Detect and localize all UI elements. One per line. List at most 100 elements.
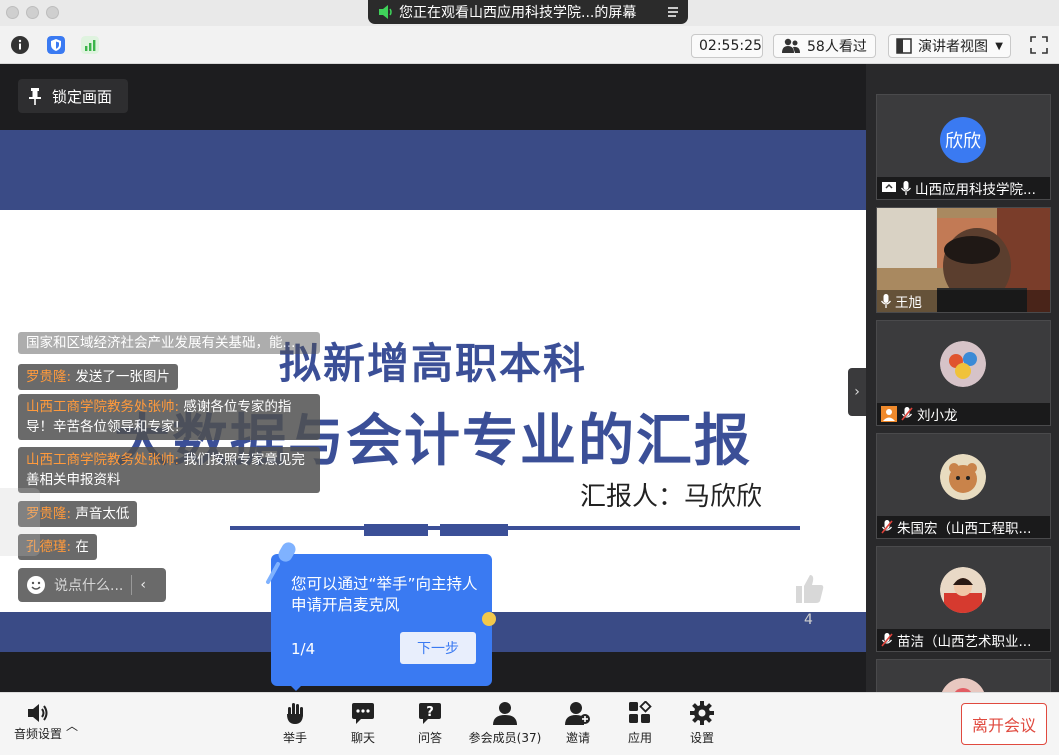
slide-top-band xyxy=(0,130,866,210)
banner-text: 您正在观看山西应用科技学院...的屏幕 xyxy=(399,5,637,21)
lock-view-button[interactable]: 锁定画面 xyxy=(18,79,128,113)
chat-text: 国家和区域经济社会产业发展有关基础，能... xyxy=(26,335,296,351)
gear-icon xyxy=(690,701,714,725)
layout-icon xyxy=(896,38,912,54)
participants-icon xyxy=(493,702,517,725)
screen-share-icon xyxy=(882,182,896,192)
settings-label: 设置 xyxy=(689,731,714,745)
slide-accent-block xyxy=(440,524,508,536)
left-drawer-handle[interactable] xyxy=(0,488,40,556)
chat-input[interactable]: 说点什么... ‹ xyxy=(18,568,166,602)
participant-tile[interactable]: 朱国宏（山西工程职... xyxy=(876,433,1051,539)
window-close-button[interactable] xyxy=(6,6,19,19)
chat-placeholder: 说点什么... xyxy=(54,578,124,594)
settings-button[interactable]: 设置 xyxy=(662,701,742,746)
avatar xyxy=(940,341,986,387)
microphone-icon xyxy=(901,181,911,195)
chat-sender: 罗贵隆: xyxy=(26,369,72,385)
network-signal-icon[interactable] xyxy=(81,36,99,54)
chevron-right-icon: › xyxy=(854,384,860,400)
speaker-icon xyxy=(379,5,392,19)
participant-tile[interactable] xyxy=(876,659,1051,692)
title-bar: 您正在观看山西应用科技学院...的屏幕 xyxy=(0,0,1059,26)
slide-divider xyxy=(230,526,800,530)
apps-label: 应用 xyxy=(627,731,652,745)
collapse-panel-button[interactable]: › xyxy=(848,368,866,416)
chevron-up-icon[interactable]: ︿ xyxy=(66,717,78,734)
microphone-muted-icon xyxy=(881,633,893,647)
chat-icon xyxy=(352,703,374,724)
participant-tile[interactable]: 刘小龙 xyxy=(876,320,1051,426)
chat-text: 在 xyxy=(71,539,89,555)
microphone-icon xyxy=(881,294,891,308)
avatar: 欣欣 xyxy=(940,117,986,163)
fullscreen-icon[interactable] xyxy=(1029,35,1049,55)
shared-screen-stage: 拟新增高职本科 大数据与会计专业的汇报 汇报人：马欣欣 锁定画面 国家和区域经济… xyxy=(0,64,866,692)
participant-name: 苗洁（山西艺术职业... xyxy=(897,634,1032,650)
tooltip-step: 1/4 xyxy=(291,640,316,658)
participant-name-bar: 刘小龙 xyxy=(877,403,1050,425)
viewers-text: 58人看过 xyxy=(807,39,867,55)
audio-settings-label: 音频设置 xyxy=(13,727,62,741)
thumbs-up-icon[interactable] xyxy=(792,572,826,606)
chat-message: 罗贵隆: 发送了一张图片 xyxy=(18,364,178,390)
chevron-down-icon: ▼ xyxy=(995,40,1003,52)
view-mode-select[interactable]: 演讲者视图 ▼ xyxy=(888,34,1011,58)
participant-tile[interactable]: 王旭 xyxy=(876,207,1051,313)
participants-button[interactable]: 参会成员(37) xyxy=(465,701,545,746)
tooltip-text: 您可以通过“举手”向主持人申请开启麦克风 xyxy=(291,575,478,614)
participant-name-bar: 苗洁（山西艺术职业... xyxy=(877,629,1050,651)
participant-name: 刘小龙 xyxy=(917,408,958,424)
participant-name: 山西应用科技学院... xyxy=(915,182,1036,198)
tooltip-pointer-dot xyxy=(482,612,496,626)
avatar xyxy=(941,678,985,692)
user-avatar-icon xyxy=(881,406,897,422)
window-minimize-button[interactable] xyxy=(26,6,39,19)
chat-message: 山西工商学院教务处张帅: 感谢各位专家的指导！辛苦各位领导和专家! xyxy=(18,394,320,440)
onboarding-tooltip: 您可以通过“举手”向主持人申请开启麦克风 1/4 下一步 xyxy=(271,554,492,686)
participant-name-bar: 朱国宏（山西工程职... xyxy=(877,516,1050,538)
participant-panel: 欣欣 山西应用科技学院... 王旭 刘小龙 朱国宏（山西工程职... 苗洁（山西… xyxy=(866,64,1059,692)
menu-icon[interactable] xyxy=(666,5,680,19)
divider xyxy=(131,575,133,595)
hand-icon xyxy=(287,703,303,724)
chevron-left-icon[interactable]: ‹ xyxy=(140,577,150,593)
lock-view-label: 锁定画面 xyxy=(52,87,113,106)
participant-tile[interactable]: 欣欣 山西应用科技学院... xyxy=(876,94,1051,200)
qa-label: 问答 xyxy=(417,731,442,745)
chat-text: 声音太低 xyxy=(71,506,130,522)
participants-label: 参会成员(37) xyxy=(468,731,542,745)
leave-meeting-button[interactable]: 离开会议 xyxy=(961,703,1047,745)
next-step-button[interactable]: 下一步 xyxy=(400,632,476,664)
participant-name-bar: 王旭 xyxy=(877,290,1050,312)
security-shield-icon[interactable] xyxy=(47,36,65,54)
pin-icon xyxy=(29,88,41,105)
emoji-icon[interactable] xyxy=(26,575,46,595)
qa-button[interactable]: ? 问答 xyxy=(390,701,470,746)
view-mode-text: 演讲者视图 xyxy=(918,39,988,55)
participant-tile[interactable]: 苗洁（山西艺术职业... xyxy=(876,546,1051,652)
speaker-settings-icon xyxy=(28,704,48,722)
chat-message: 国家和区域经济社会产业发展有关基础，能... xyxy=(18,332,320,354)
meeting-controls-bar: 音频设置 ︿ 举手 聊天 ? 问答 参会成员(37) 邀请 应用 设置 离开会议 xyxy=(0,692,1059,755)
participant-name-bar: 山西应用科技学院... xyxy=(877,177,1050,199)
meeting-toolbar: 02:55:25 58人看过 演讲者视图 ▼ xyxy=(0,26,1059,64)
tooltip-arrow xyxy=(289,684,303,691)
microphone-muted-icon xyxy=(881,520,893,534)
chat-sender: 山西工商学院教务处张帅: xyxy=(26,452,180,468)
slide-reporter: 汇报人：马欣欣 xyxy=(580,482,763,512)
apps-icon xyxy=(629,701,652,723)
question-icon: ? xyxy=(419,703,441,724)
microphone-illustration-icon xyxy=(266,542,296,584)
avatar xyxy=(940,567,986,613)
viewers-button[interactable]: 58人看过 xyxy=(773,34,876,58)
chat-message: 山西工商学院教务处张帅: 我们按照专家意见完善相关申报资料 xyxy=(18,447,320,493)
audio-settings-button[interactable]: 音频设置 xyxy=(12,703,64,742)
meeting-timer: 02:55:25 xyxy=(691,34,763,58)
info-icon[interactable] xyxy=(11,36,29,54)
window-zoom-button[interactable] xyxy=(46,6,59,19)
like-count: 4 xyxy=(804,612,813,628)
screen-share-banner: 您正在观看山西应用科技学院...的屏幕 xyxy=(368,0,688,24)
participant-name: 朱国宏（山西工程职... xyxy=(897,521,1032,537)
avatar xyxy=(940,454,986,500)
